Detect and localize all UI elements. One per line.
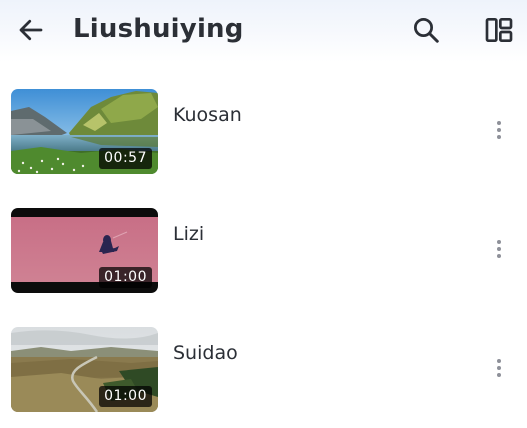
duration-badge: 01:00 bbox=[99, 386, 152, 407]
layout-toggle-button[interactable] bbox=[481, 12, 517, 48]
search-icon bbox=[414, 18, 439, 43]
duration-badge: 00:57 bbox=[99, 148, 152, 169]
more-options-button[interactable] bbox=[487, 356, 511, 380]
back-button[interactable] bbox=[14, 13, 48, 47]
duration-badge: 01:00 bbox=[99, 267, 152, 288]
video-thumbnail[interactable]: 00:57 bbox=[11, 89, 158, 174]
app-bar: Liushuiying bbox=[0, 0, 527, 62]
video-item-kuosan[interactable]: 00:57 Kuosan bbox=[0, 62, 527, 181]
video-thumbnail[interactable]: 01:00 bbox=[11, 327, 158, 412]
video-title: Lizi bbox=[173, 223, 205, 245]
video-title: Kuosan bbox=[173, 104, 242, 126]
page-title: Liushuiying bbox=[73, 14, 244, 44]
arrow-left-icon bbox=[19, 19, 43, 41]
more-vertical-icon bbox=[497, 121, 501, 139]
video-title: Suidao bbox=[173, 342, 238, 364]
search-button[interactable] bbox=[408, 12, 444, 48]
video-item-suidao[interactable]: 01:00 Suidao bbox=[0, 300, 527, 419]
video-thumbnail[interactable]: 01:00 bbox=[11, 208, 158, 293]
video-item-lizi[interactable]: 01:00 Lizi bbox=[0, 181, 527, 300]
video-list: 00:57 Kuosan 01:00 Lizi 01:00 Suidao bbox=[0, 62, 527, 419]
more-vertical-icon bbox=[497, 359, 501, 377]
more-options-button[interactable] bbox=[487, 237, 511, 261]
more-vertical-icon bbox=[497, 240, 501, 258]
layout-toggle-icon bbox=[485, 18, 513, 42]
more-options-button[interactable] bbox=[487, 118, 511, 142]
